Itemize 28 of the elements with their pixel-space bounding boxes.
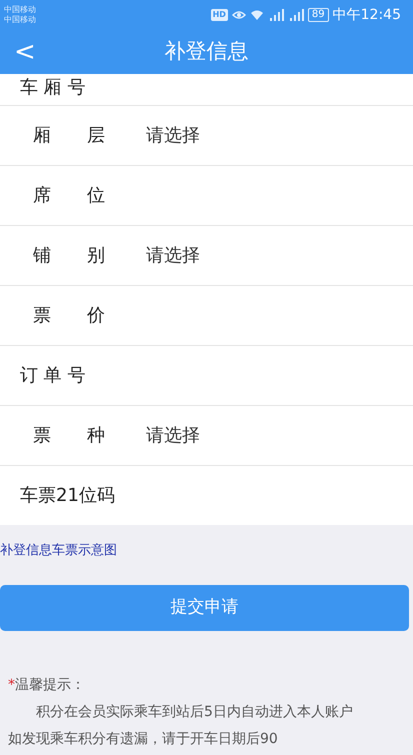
back-button[interactable]: < [0, 39, 50, 65]
clock-time: 中午12:45 [332, 6, 401, 24]
select-field[interactable]: 请选择 [146, 122, 413, 149]
tips-text: 如发现乘车积分有遗漏，请于开车日期后90 [8, 730, 279, 748]
hd-badge: HD [210, 9, 228, 21]
page-title: 补登信息 [164, 38, 248, 66]
field-label: 订 单 号 [20, 364, 86, 388]
field-label: 铺 别 [33, 244, 106, 268]
field-label: 票 价 [33, 304, 106, 328]
carrier-name: 中国移动 [4, 5, 36, 15]
battery-indicator: 89 [308, 8, 329, 22]
wifi-icon [250, 9, 264, 21]
carrier-name: 中国移动 [4, 15, 36, 25]
tips-title: 温馨提示： [15, 676, 85, 692]
signal-icon [288, 9, 304, 21]
required-mark: * [8, 676, 15, 692]
field-label: 票 种 [33, 424, 106, 448]
field-label: 车 厢 号 [20, 76, 86, 100]
field-label: 席 位 [33, 184, 106, 208]
select-field[interactable]: 请选择 [146, 242, 413, 269]
sample-link[interactable]: 补登信息车票示意图 [0, 541, 413, 560]
submit-button[interactable]: 提交申请 [0, 584, 409, 630]
eye-icon [232, 9, 246, 21]
tips-text: 积分在会员实际乘车到站后5日内自动进入本人账户 [35, 702, 354, 722]
signal-icon [268, 9, 284, 21]
field-label: 厢 层 [33, 124, 106, 148]
select-field[interactable]: 请选择 [146, 422, 413, 449]
field-label: 车票21位码 [20, 484, 116, 508]
